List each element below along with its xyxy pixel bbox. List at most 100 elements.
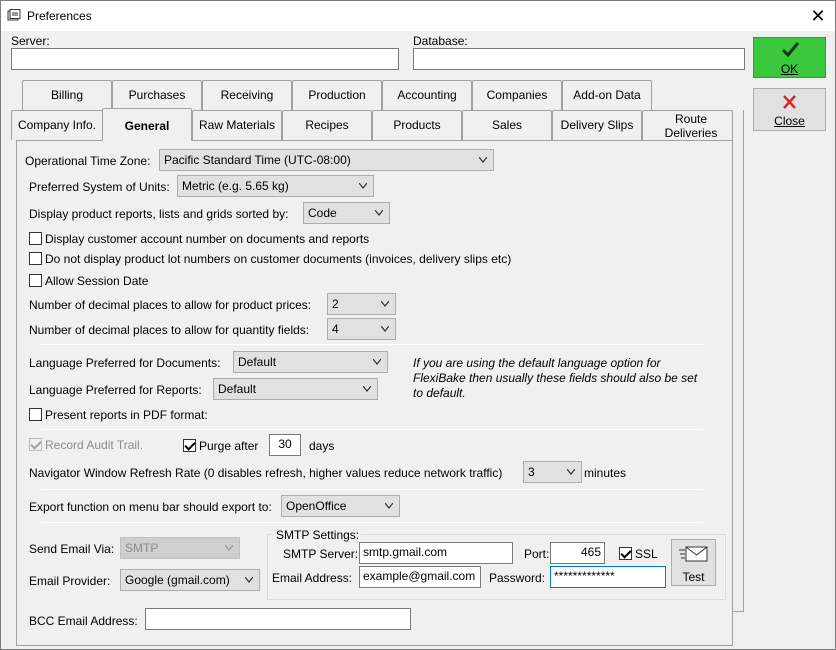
- tab-raw-materials[interactable]: Raw Materials: [192, 110, 282, 140]
- divider: [41, 489, 703, 490]
- chevron-down-icon: [359, 183, 367, 189]
- sort-value: Code: [308, 206, 337, 220]
- tab-accounting[interactable]: Accounting: [382, 80, 472, 110]
- price-decimals-select[interactable]: 2: [327, 293, 396, 315]
- language-note: If you are using the default language op…: [413, 356, 698, 400]
- purge-days-input[interactable]: 30: [269, 434, 301, 456]
- window-close-icon[interactable]: ✕: [801, 3, 835, 29]
- tab-route-deliveries[interactable]: Route Deliveries: [642, 110, 733, 140]
- database-input[interactable]: [413, 48, 745, 70]
- tab-receiving[interactable]: Receiving: [202, 80, 292, 110]
- no-lot-numbers-checkbox[interactable]: [29, 252, 42, 265]
- ssl-label: SSL: [635, 547, 658, 561]
- lang-docs-value: Default: [238, 355, 277, 369]
- port-input[interactable]: 465: [550, 542, 605, 564]
- session-date-checkbox[interactable]: [29, 274, 42, 287]
- units-select[interactable]: Metric (e.g. 5.65 kg): [177, 175, 374, 197]
- chevron-down-icon: [245, 577, 253, 583]
- bcc-input[interactable]: [145, 608, 411, 630]
- audit-trail-label: Record Audit Trail.: [45, 438, 144, 452]
- sort-select[interactable]: Code: [303, 202, 390, 224]
- price-decimals-label: Number of decimal places to allow for pr…: [29, 298, 312, 312]
- close-icon: [783, 95, 796, 109]
- lang-reports-select[interactable]: Default: [213, 378, 378, 400]
- chevron-down-icon: [225, 545, 233, 551]
- tab-production[interactable]: Production: [292, 80, 382, 110]
- tab-recipes[interactable]: Recipes: [282, 110, 372, 140]
- purge-checkbox[interactable]: [183, 439, 196, 452]
- ssl-checkbox[interactable]: [619, 547, 632, 560]
- audit-trail-checkbox[interactable]: [29, 438, 42, 451]
- divider: [41, 429, 703, 430]
- customer-account-checkbox[interactable]: [29, 232, 42, 245]
- window-title: Preferences: [27, 9, 92, 23]
- session-date-label: Allow Session Date: [45, 274, 149, 288]
- tab-billing[interactable]: Billing: [22, 80, 112, 110]
- lang-docs-select[interactable]: Default: [233, 351, 388, 373]
- close-button[interactable]: Close: [753, 88, 826, 131]
- server-input[interactable]: [11, 48, 399, 70]
- send-email-label: Send Email Via:: [29, 542, 115, 556]
- divider: [41, 522, 703, 523]
- purge-label: Purge after: [199, 439, 259, 453]
- smtp-server-label: SMTP Server:: [283, 547, 359, 561]
- no-lot-numbers-label: Do not display product lot numbers on cu…: [45, 252, 512, 266]
- port-label: Port:: [524, 547, 550, 561]
- lang-reports-label: Language Preferred for Reports:: [29, 383, 202, 397]
- tab-add-on-data[interactable]: Add-on Data: [562, 80, 652, 110]
- tab-purchases[interactable]: Purchases: [112, 80, 202, 110]
- pdf-label: Present reports in PDF format:: [45, 408, 208, 422]
- tab-sales[interactable]: Sales: [462, 110, 552, 140]
- timezone-select[interactable]: Pacific Standard Time (UTC-08:00): [159, 149, 494, 171]
- ok-label: OK: [780, 62, 799, 76]
- refresh-select[interactable]: 3: [523, 461, 582, 483]
- tab-delivery-slips[interactable]: Delivery Slips: [552, 110, 642, 140]
- customer-account-label: Display customer account number on docum…: [45, 232, 370, 246]
- test-label: Test: [682, 570, 705, 584]
- export-value: OpenOffice: [286, 499, 347, 513]
- chevron-down-icon: [385, 503, 393, 509]
- chevron-down-icon: [381, 326, 389, 332]
- qty-decimals-select[interactable]: 4: [327, 318, 396, 340]
- chevron-down-icon: [375, 210, 383, 216]
- chevron-down-icon: [479, 157, 487, 163]
- purge-days-value: 30: [278, 437, 292, 451]
- password-label: Password:: [489, 571, 546, 585]
- lang-docs-label: Language Preferred for Documents:: [29, 356, 221, 370]
- timezone-label: Operational Time Zone:: [25, 154, 151, 168]
- email-address-input[interactable]: example@gmail.com: [359, 566, 481, 588]
- test-button[interactable]: Test: [671, 539, 716, 586]
- ok-button[interactable]: OK: [753, 37, 826, 78]
- units-value: Metric (e.g. 5.65 kg): [182, 179, 289, 193]
- tab-companies[interactable]: Companies: [472, 80, 562, 110]
- database-label: Database:: [413, 34, 468, 48]
- send-email-select[interactable]: SMTP: [120, 537, 240, 559]
- divider: [41, 344, 703, 345]
- password-input[interactable]: *************: [550, 566, 666, 588]
- tab-products[interactable]: Products: [372, 110, 462, 140]
- server-label: Server:: [11, 34, 50, 48]
- tab-general[interactable]: General: [102, 108, 192, 141]
- price-decimals-value: 2: [332, 297, 339, 311]
- qty-decimals-value: 4: [332, 322, 339, 336]
- email-provider-value: Google (gmail.com): [125, 573, 230, 587]
- sort-label: Display product reports, lists and grids…: [29, 207, 289, 221]
- bcc-label: BCC Email Address:: [29, 614, 138, 628]
- timezone-value: Pacific Standard Time (UTC-08:00): [164, 153, 351, 167]
- purge-days-unit: days: [309, 439, 335, 453]
- export-select[interactable]: OpenOffice: [281, 495, 400, 517]
- units-label: Preferred System of Units:: [29, 180, 170, 194]
- email-provider-select[interactable]: Google (gmail.com): [120, 569, 260, 591]
- refresh-label: Navigator Window Refresh Rate (0 disable…: [29, 466, 503, 480]
- pdf-checkbox[interactable]: [29, 408, 42, 421]
- tab-company-info[interactable]: Company Info.: [11, 110, 103, 140]
- lang-reports-value: Default: [218, 382, 257, 396]
- preferences-window: Preferences ✕ Server: Database: OK Close…: [0, 0, 836, 650]
- checkmark-icon: [782, 42, 799, 57]
- email-icon: [679, 546, 708, 562]
- tab-route-deliveries-label: Route Deliveries: [664, 112, 718, 140]
- smtp-server-input[interactable]: smtp.gmail.com: [359, 542, 513, 564]
- chevron-down-icon: [567, 469, 575, 475]
- email-provider-label: Email Provider:: [29, 574, 111, 588]
- chevron-down-icon: [373, 359, 381, 365]
